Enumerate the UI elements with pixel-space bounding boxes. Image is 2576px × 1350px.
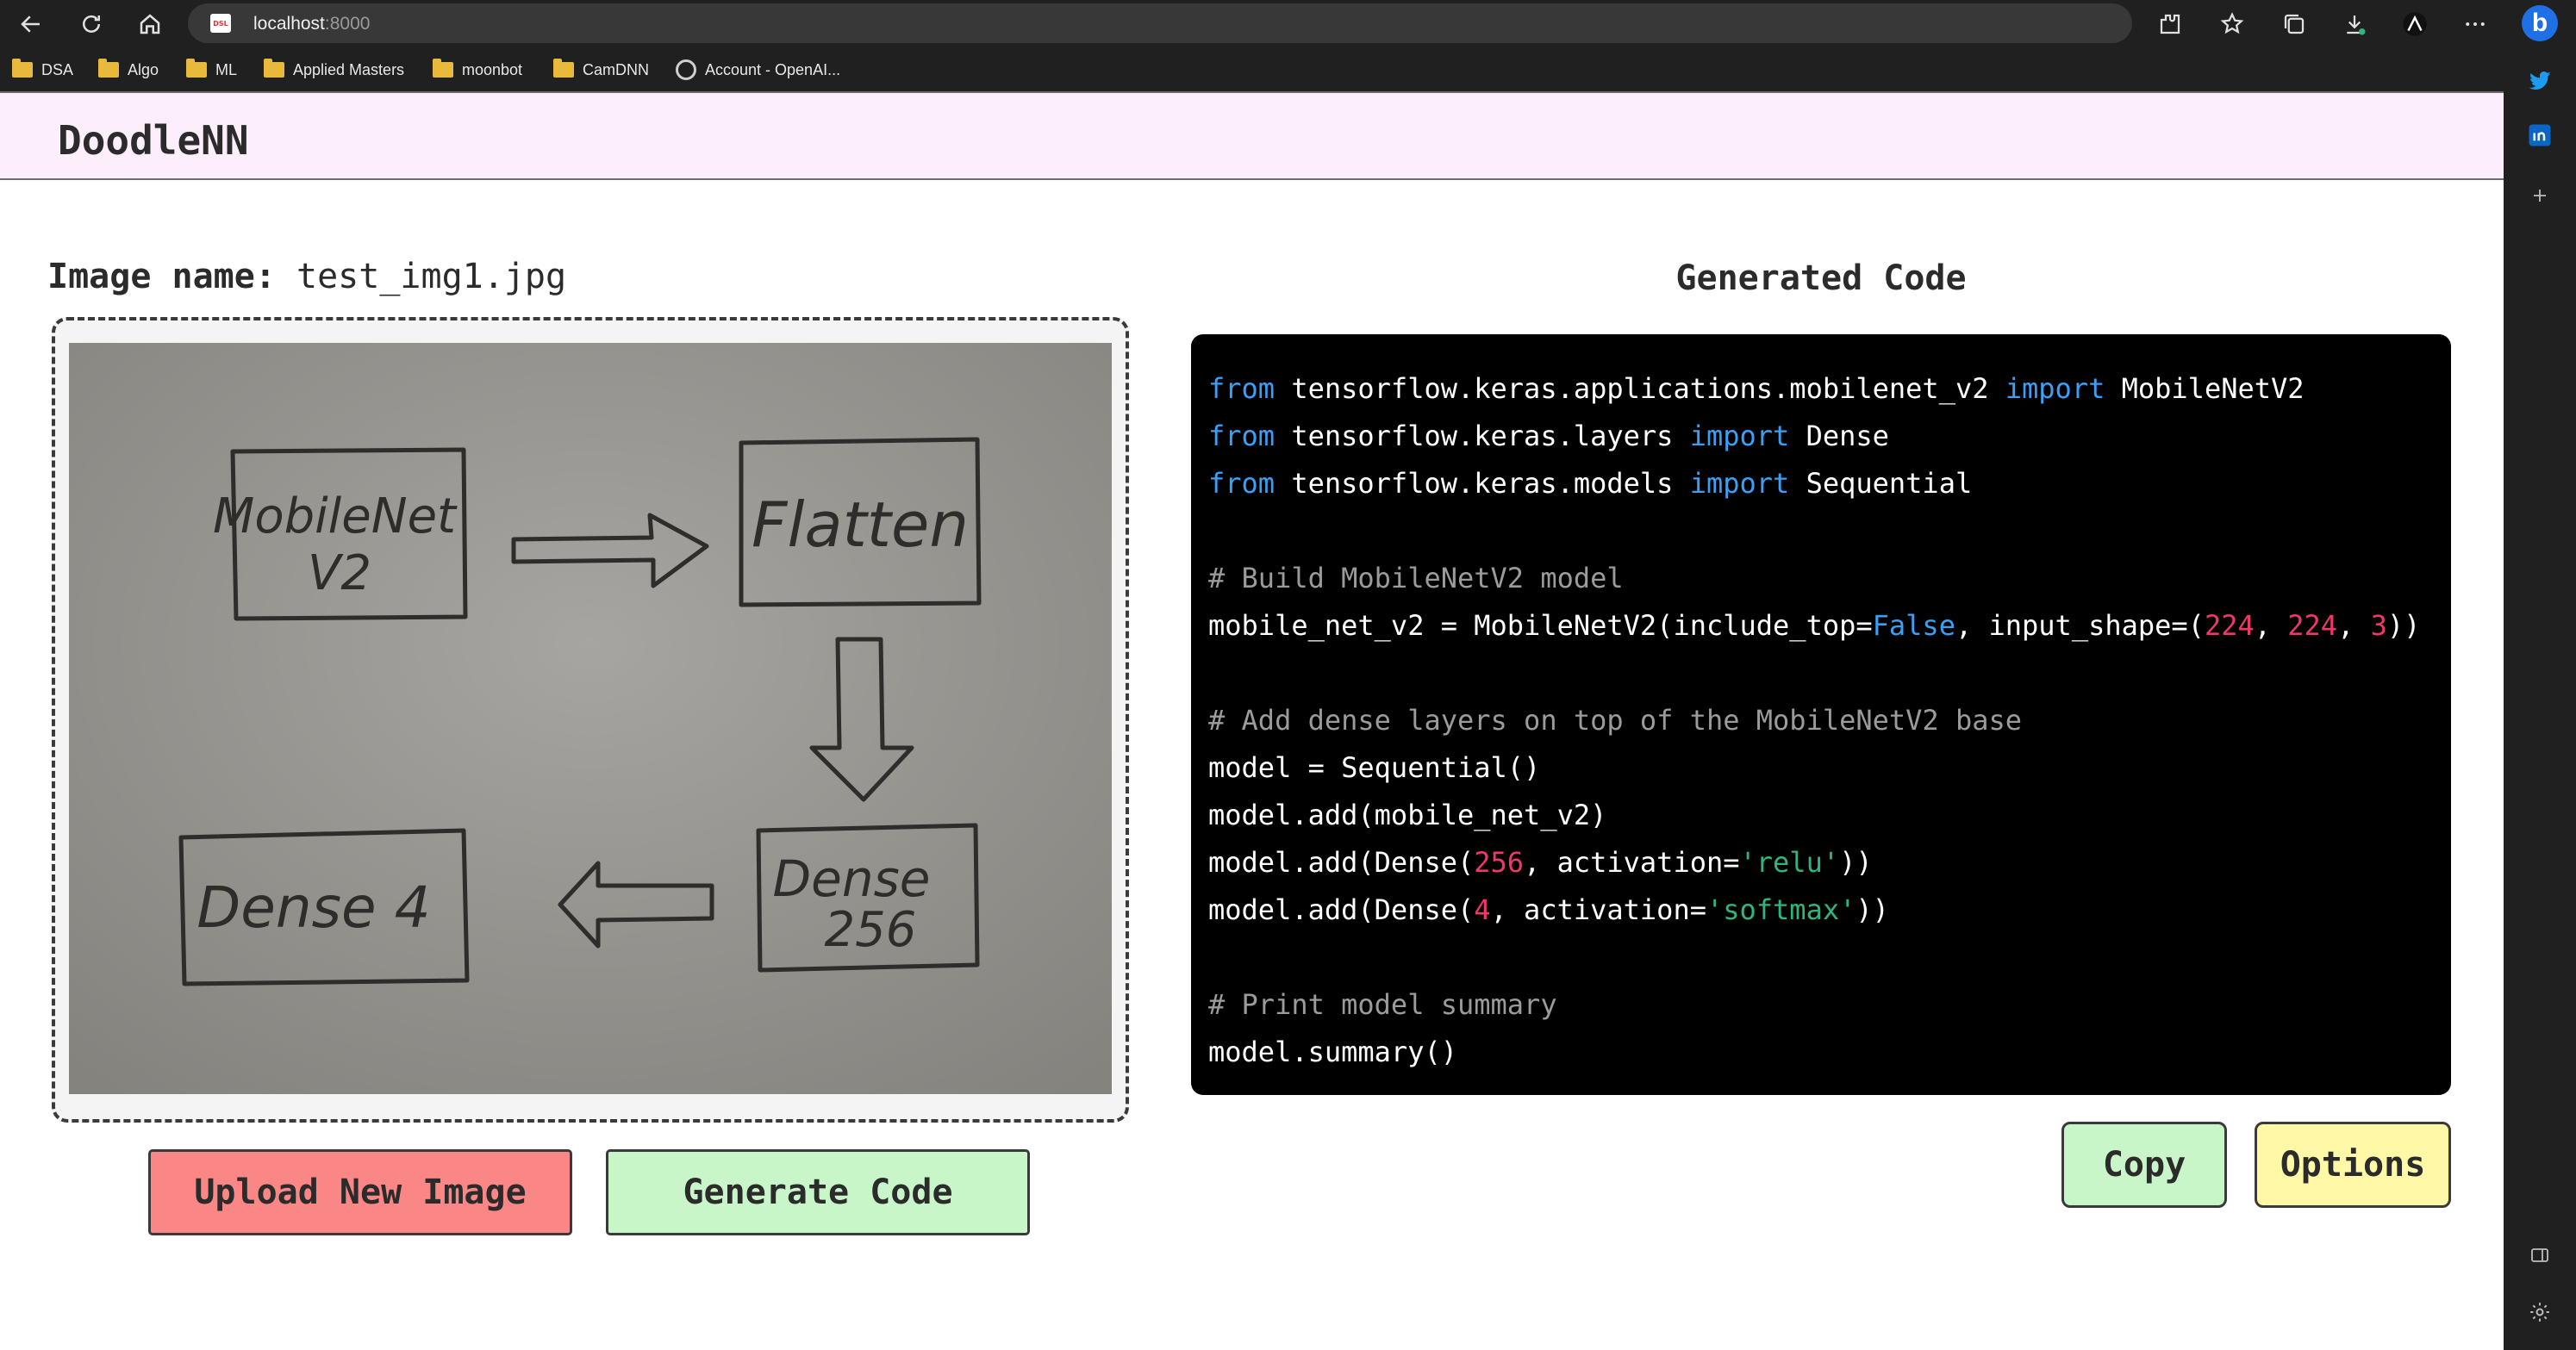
browser-sidebar: b — [2504, 0, 2576, 1350]
generate-code-button[interactable]: Generate Code — [606, 1149, 1030, 1235]
code-line: model.add(Dense(4, activation='softmax')… — [1208, 893, 1889, 926]
bookmark-applied-masters[interactable]: Applied Masters — [264, 58, 404, 82]
code-line: model.add(mobile_net_v2) — [1208, 799, 1607, 831]
options-button[interactable]: Options — [2255, 1122, 2451, 1208]
bookmark-ml[interactable]: ML — [186, 58, 237, 82]
code-block[interactable]: from tensorflow.keras.applications.mobil… — [1191, 334, 2451, 1095]
bing-icon[interactable]: b — [2522, 5, 2558, 41]
collections-icon[interactable] — [2275, 5, 2313, 43]
downloads-icon[interactable] — [2336, 5, 2373, 43]
app-header: DoodleNN — [0, 91, 2504, 180]
image-name-value: test_img1.jpg — [296, 257, 567, 296]
sidebar-toggle-icon[interactable] — [2522, 1237, 2558, 1273]
uploaded-sketch-image: MobileNet V2 Flatten Dense 256 Dense 4 — [69, 343, 1112, 1094]
openai-icon — [676, 59, 696, 80]
folder-icon — [186, 59, 207, 78]
code-line: model.add(Dense(256, activation='relu')) — [1208, 846, 1873, 879]
twitter-icon[interactable] — [2522, 62, 2558, 98]
upload-new-image-button[interactable]: Upload New Image — [148, 1149, 572, 1235]
browser-toolbar: DSL localhost:8000 — [0, 0, 2504, 48]
bookmark-openai-account[interactable]: Account - OpenAI... — [676, 58, 840, 82]
code-line: model.summary() — [1208, 1036, 1457, 1068]
add-icon[interactable] — [2522, 177, 2558, 214]
image-name-label: Image name: — [47, 257, 276, 296]
app-title: DoodleNN — [58, 117, 249, 164]
folder-icon — [553, 59, 574, 78]
sketch-label-flatten: Flatten — [752, 488, 969, 561]
sketch-label-dense4: Dense 4 — [196, 874, 430, 941]
bookmark-camdnn[interactable]: CamDNN — [553, 58, 649, 82]
site-favicon: DSL — [210, 14, 231, 33]
address-bar[interactable]: DSL localhost:8000 — [188, 3, 2132, 43]
profile-avatar[interactable] — [2396, 5, 2434, 43]
home-icon[interactable] — [131, 5, 169, 43]
sketch-label-dense256-2: 256 — [825, 902, 917, 958]
linkedin-icon[interactable] — [2522, 117, 2558, 153]
more-menu-icon[interactable] — [2456, 5, 2494, 43]
settings-gear-icon[interactable] — [2522, 1294, 2558, 1330]
address-text[interactable]: localhost:8000 — [253, 14, 370, 34]
bookmark-moonbot[interactable]: moonbot — [433, 58, 522, 82]
refresh-icon[interactable] — [72, 5, 110, 43]
bookmarks-bar: DSA Algo ML Applied Masters moonbot CamD… — [0, 48, 2504, 91]
sketch-label-dense256-1: Dense — [772, 849, 930, 908]
code-comment: # Add dense layers on top of the MobileN… — [1208, 704, 2023, 737]
folder-icon — [12, 59, 33, 78]
copy-button[interactable]: Copy — [2061, 1122, 2227, 1208]
sketch-label-mobilenet-1: MobileNet — [213, 488, 458, 544]
extensions-icon[interactable] — [2151, 5, 2189, 43]
code-comment: # Build MobileNetV2 model — [1208, 562, 1624, 594]
back-icon[interactable] — [12, 5, 50, 43]
code-line: from tensorflow.keras.layers import Dens… — [1208, 420, 1889, 452]
code-line: from tensorflow.keras.models import Sequ… — [1208, 467, 1973, 500]
favorites-icon[interactable] — [2213, 5, 2251, 43]
sketch-label-mobilenet-2: V2 — [308, 545, 371, 601]
bookmark-dsa[interactable]: DSA — [12, 58, 73, 82]
folder-icon — [433, 59, 453, 78]
folder-icon — [98, 59, 119, 78]
generated-code-heading: Generated Code — [1675, 258, 1967, 298]
code-comment: # Print model summary — [1208, 988, 1557, 1021]
bookmark-algo[interactable]: Algo — [98, 58, 159, 82]
code-line: model = Sequential() — [1208, 751, 1541, 784]
folder-icon — [264, 59, 284, 78]
code-line: from tensorflow.keras.applications.mobil… — [1208, 372, 2305, 405]
image-name-row: Image name: test_img1.jpg — [47, 257, 566, 296]
code-line: mobile_net_v2 = MobileNetV2(include_top=… — [1208, 609, 2421, 642]
